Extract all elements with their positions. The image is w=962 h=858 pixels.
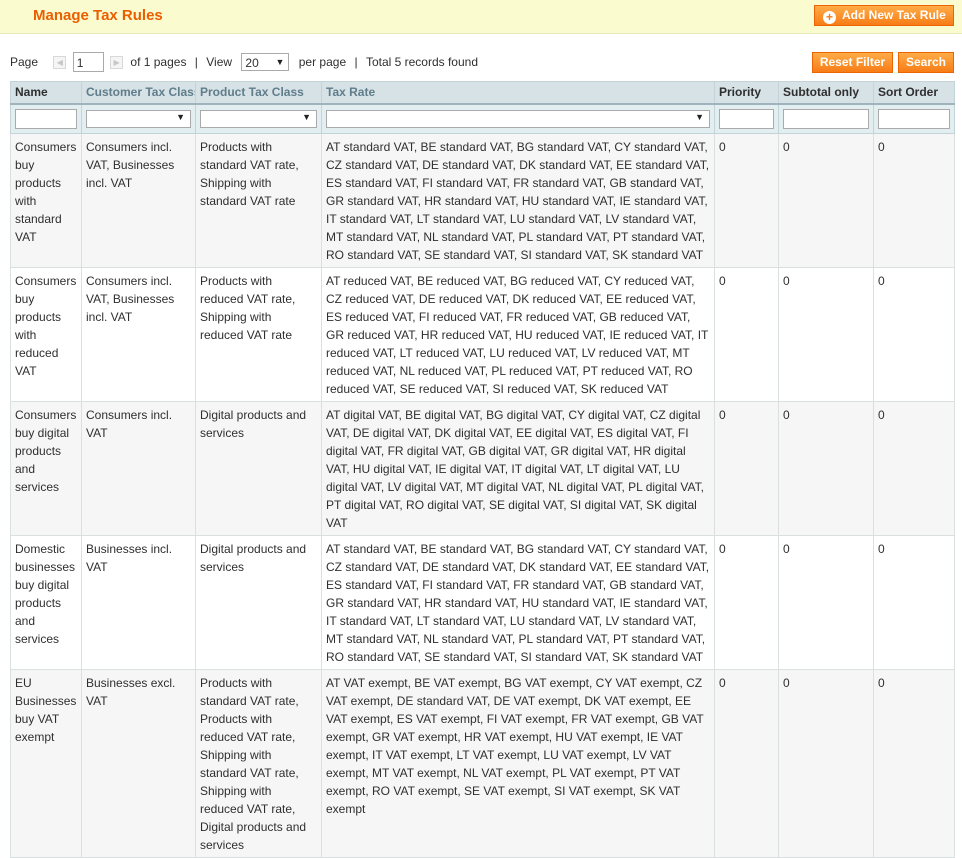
customer-tax-class: Businesses excl. VAT — [81, 669, 196, 858]
column-header-tax-rate[interactable]: Tax Rate — [321, 81, 715, 105]
customer-tax-class: Businesses incl. VAT — [81, 535, 196, 670]
tax-rate: AT digital VAT, BE digital VAT, BG digit… — [321, 401, 715, 536]
per-page-select[interactable]: 20 ▼ — [241, 53, 290, 71]
priority-filter-input[interactable] — [719, 108, 774, 129]
product-tax-class: Products with standard VAT rate, Product… — [195, 669, 322, 858]
view-label: View — [206, 55, 233, 69]
filter-cell: ▼ — [321, 103, 715, 134]
table-row[interactable]: EU Businesses buy VAT exempt Businesses … — [10, 669, 955, 858]
pager-separator: | — [194, 55, 198, 69]
priority: 0 — [714, 133, 779, 268]
grid-header-row: Name Customer Tax Class Product Tax Clas… — [10, 81, 955, 105]
reset-filter-button[interactable]: Reset Filter — [812, 52, 893, 73]
prev-page-icon[interactable]: ◀ — [53, 55, 67, 69]
priority: 0 — [714, 267, 779, 402]
tax-rules-grid: Name Customer Tax Class Product Tax Clas… — [10, 81, 955, 858]
subtotal-only: 0 — [778, 267, 874, 402]
per-page-label: per page — [298, 55, 347, 69]
column-header-sort-order[interactable]: Sort Order — [873, 81, 955, 105]
add-new-tax-rule-button[interactable]: + Add New Tax Rule — [814, 5, 954, 26]
filter-cell — [10, 103, 82, 134]
tax-rate-filter-select[interactable]: ▼ — [326, 109, 710, 128]
customer-tax-class-filter-select[interactable]: ▼ — [86, 109, 191, 128]
grid-filter-row: ▼ ▼ ▼ — [10, 103, 955, 134]
product-tax-class: Digital products and services — [195, 535, 322, 670]
rule-name: Consumers buy digital products and servi… — [10, 401, 82, 536]
sort-order: 0 — [873, 267, 955, 402]
product-tax-class-filter-select[interactable]: ▼ — [200, 109, 317, 128]
plus-icon: + — [823, 11, 836, 24]
product-tax-class: Products with standard VAT rate, Shippin… — [195, 133, 322, 268]
chevron-down-icon: ▼ — [302, 111, 311, 122]
chevron-down-icon: ▼ — [275, 57, 285, 67]
product-tax-class: Digital products and services — [195, 401, 322, 536]
sort-order: 0 — [873, 535, 955, 670]
filter-cell — [778, 103, 874, 134]
search-button[interactable]: Search — [898, 52, 954, 73]
page-title: Manage Tax Rules — [33, 7, 163, 24]
tax-rate: AT reduced VAT, BE reduced VAT, BG reduc… — [321, 267, 715, 402]
customer-tax-class: Consumers incl. VAT, Businesses incl. VA… — [81, 267, 196, 402]
subtotal-only: 0 — [778, 535, 874, 670]
rule-name: Domestic businesses buy digital products… — [10, 535, 82, 670]
pager: Page ◀ 1 ▶ of 1 pages | View 20 ▼ per pag… — [10, 52, 478, 74]
subtotal-only-filter-input[interactable] — [783, 108, 869, 129]
column-header-subtotal-only[interactable]: Subtotal only — [778, 81, 874, 105]
sort-order-filter-input[interactable] — [878, 108, 950, 129]
of-pages-label: of 1 pages — [130, 55, 187, 69]
add-new-tax-rule-label: Add New Tax Rule — [842, 8, 946, 22]
table-row[interactable]: Consumers buy products with standard VAT… — [10, 133, 955, 268]
subtotal-only: 0 — [778, 401, 874, 536]
filter-cell: ▼ — [195, 103, 322, 134]
filter-cell — [714, 103, 779, 134]
total-records-label: Total 5 records found — [365, 55, 479, 69]
customer-tax-class: Consumers incl. VAT — [81, 401, 196, 536]
page-number-input[interactable]: 1 — [72, 52, 104, 72]
rule-name: Consumers buy products with standard VAT — [10, 133, 82, 268]
sort-order: 0 — [873, 669, 955, 858]
table-row[interactable]: Consumers buy digital products and servi… — [10, 401, 955, 536]
column-header-product-tax-class[interactable]: Product Tax Class — [195, 81, 322, 105]
column-header-name[interactable]: Name — [10, 81, 82, 105]
subtotal-only: 0 — [778, 133, 874, 268]
column-header-priority[interactable]: Priority — [714, 81, 779, 105]
rule-name: Consumers buy products with reduced VAT — [10, 267, 82, 402]
filter-cell: ▼ — [81, 103, 196, 134]
priority: 0 — [714, 669, 779, 858]
per-page-value: 20 — [245, 55, 259, 70]
name-filter-input[interactable] — [15, 108, 77, 129]
sort-order: 0 — [873, 401, 955, 536]
tax-rate: AT VAT exempt, BE VAT exempt, BG VAT exe… — [321, 669, 715, 858]
product-tax-class: Products with reduced VAT rate, Shipping… — [195, 267, 322, 402]
pager-separator: | — [354, 55, 358, 69]
next-page-icon[interactable]: ▶ — [110, 55, 124, 69]
chevron-down-icon: ▼ — [695, 111, 704, 122]
customer-tax-class: Consumers incl. VAT, Businesses incl. VA… — [81, 133, 196, 268]
subtotal-only: 0 — [778, 669, 874, 858]
tax-rate: AT standard VAT, BE standard VAT, BG sta… — [321, 535, 715, 670]
table-row[interactable]: Domestic businesses buy digital products… — [10, 535, 955, 670]
priority: 0 — [714, 401, 779, 536]
tax-rate: AT standard VAT, BE standard VAT, BG sta… — [321, 133, 715, 268]
sort-order: 0 — [873, 133, 955, 268]
page-header: Manage Tax Rules + Add New Tax Rule — [0, 0, 962, 34]
filter-cell — [873, 103, 955, 134]
chevron-down-icon: ▼ — [176, 111, 185, 122]
table-row[interactable]: Consumers buy products with reduced VAT … — [10, 267, 955, 402]
column-header-customer-tax-class[interactable]: Customer Tax Class — [81, 81, 196, 105]
rule-name: EU Businesses buy VAT exempt — [10, 669, 82, 858]
page-label: Page — [10, 55, 39, 69]
priority: 0 — [714, 535, 779, 670]
